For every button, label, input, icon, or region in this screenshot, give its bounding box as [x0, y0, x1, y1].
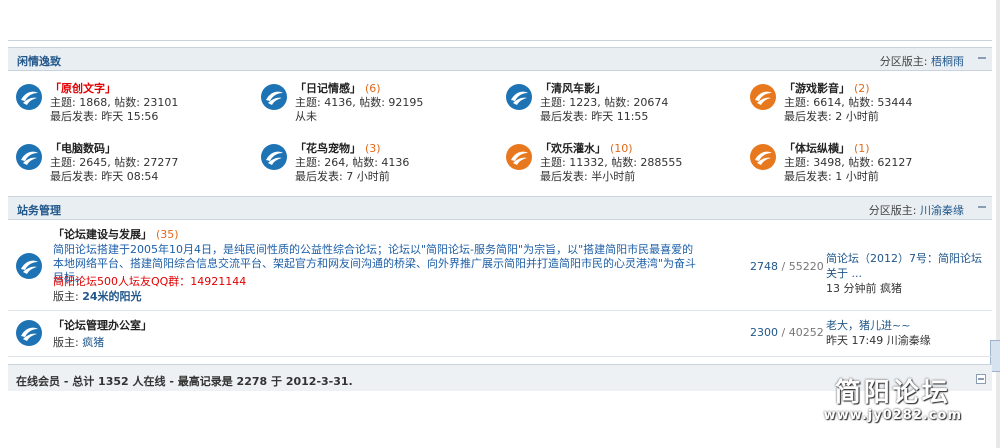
forum-name[interactable]: 「游戏影音」	[784, 82, 850, 95]
forum-last-post: 最后发表: 半小时前	[540, 170, 636, 183]
today-count: (35)	[156, 228, 179, 241]
last-post-meta: 昨天 17:49 川渝秦缘	[826, 334, 931, 347]
forum-name[interactable]: 「论坛管理办公室」	[53, 319, 152, 332]
forum-name[interactable]: 「电脑数码」	[50, 142, 116, 155]
forum-item: 「清风车影」 主题: 1223, 帖数: 20674 最后发表: 昨天 11:55	[506, 82, 746, 123]
forum-counts: 主题: 6614, 帖数: 53444	[784, 96, 913, 109]
last-post-link[interactable]: 简论坛（2012）7号：简阳论坛关于 ...	[826, 252, 982, 280]
forum-stats: 2300 / 40252	[750, 326, 824, 339]
forum-status-icon	[16, 144, 42, 170]
forum-status-icon	[506, 84, 532, 110]
forum-name[interactable]: 「日记情感」	[295, 82, 361, 95]
forum-item: 「花鸟宠物」 (3) 主题: 264, 帖数: 4136 最后发表: 7 小时前	[261, 142, 501, 183]
forum-row-construction: 「论坛建设与发展」 (35) 简阳论坛搭建于2005年10月4日，是纯民间性质的公…	[8, 220, 992, 311]
forum-name[interactable]: 「花鸟宠物」	[295, 142, 361, 155]
today-count: (2)	[854, 82, 870, 95]
forum-counts: 主题: 264, 帖数: 4136	[295, 156, 410, 169]
forum-last-post: 从未	[295, 110, 317, 123]
forum-item: 「电脑数码」 主题: 2645, 帖数: 27277 最后发表: 昨天 08:54	[16, 142, 256, 183]
scrollbar[interactable]	[990, 0, 1000, 448]
forum-last-post: 最后发表: 1 小时前	[784, 170, 879, 183]
forum-status-icon	[261, 84, 287, 110]
forum-last-post: 最后发表: 7 小时前	[295, 170, 390, 183]
forum-status-icon	[506, 144, 532, 170]
forum-item: 「日记情感」 (6) 主题: 4136, 帖数: 92195 从未	[261, 82, 501, 123]
forum-status-icon	[16, 320, 42, 346]
top-divider	[8, 40, 992, 41]
category-header-admin: 站务管理 分区版主: 川渝秦缘	[8, 196, 992, 220]
moderator-link[interactable]: 疯猪	[82, 336, 104, 349]
collapse-icon[interactable]	[978, 206, 986, 208]
forum-name[interactable]: 「欢乐灌水」	[540, 142, 606, 155]
forum-status-icon	[16, 253, 42, 279]
category-header-leisure: 闲情逸致 分区版主: 梧桐雨	[8, 47, 992, 71]
last-post: 老大，猪儿进~~ 昨天 17:49 川渝秦缘	[826, 318, 931, 348]
forum-status-icon	[261, 144, 287, 170]
forum-last-post: 最后发表: 2 小时前	[784, 110, 879, 123]
forum-counts: 主题: 4136, 帖数: 92195	[295, 96, 424, 109]
forum-last-post: 最后发表: 昨天 11:55	[540, 110, 649, 123]
forum-item: 「体坛纵横」 (1) 主题: 3498, 帖数: 62127 最后发表: 1 小时前	[750, 142, 990, 183]
forum-status-icon	[16, 84, 42, 110]
category-moderator: 分区版主: 川渝秦缘	[868, 204, 964, 217]
forum-counts: 主题: 1868, 帖数: 23101	[50, 96, 179, 109]
forum-last-post: 最后发表: 昨天 08:54	[50, 170, 159, 183]
today-count: (1)	[854, 142, 870, 155]
forum-item: 「游戏影音」 (2) 主题: 6614, 帖数: 53444 最后发表: 2 小时前	[750, 82, 990, 123]
forum-name[interactable]: 「论坛建设与发展」	[53, 228, 152, 241]
last-post-link[interactable]: 老大，猪儿进~~	[826, 319, 910, 332]
forum-row-office: 「论坛管理办公室」 版主: 疯猪 2300 / 40252 老大，猪儿进~~ 昨…	[8, 311, 992, 357]
collapse-icon[interactable]	[976, 374, 986, 384]
forum-counts: 主题: 1223, 帖数: 20674	[540, 96, 669, 109]
forum-counts: 主题: 2645, 帖数: 27277	[50, 156, 179, 169]
watermark-title: 简阳论坛	[834, 378, 951, 408]
forum-item: 「原创文字」 主题: 1868, 帖数: 23101 最后发表: 昨天 15:56	[16, 82, 256, 123]
today-count: (3)	[365, 142, 381, 155]
forum-status-icon	[750, 84, 776, 110]
category-title[interactable]: 站务管理	[17, 202, 61, 218]
forum-name[interactable]: 「体坛纵横」	[784, 142, 850, 155]
category-moderator: 分区版主: 梧桐雨	[879, 55, 964, 68]
category-title[interactable]: 闲情逸致	[17, 53, 61, 69]
qq-group: 简阳论坛500人坛友QQ群：14921144	[53, 275, 247, 288]
online-stats: 在线会员 - 总计 1352 人在线 - 最高记录是 2278 于 2012-3…	[16, 375, 353, 388]
forum-item: 「欢乐灌水」 (10) 主题: 11332, 帖数: 288555 最后发表: 半小时…	[506, 142, 746, 183]
forum-moderator: 版主: 24米的阳光	[53, 290, 142, 303]
forum-counts: 主题: 3498, 帖数: 62127	[784, 156, 913, 169]
forum-name[interactable]: 「清风车影」	[540, 82, 606, 95]
forum-name[interactable]: 「原创文字」	[50, 82, 116, 95]
collapse-icon[interactable]	[978, 57, 986, 59]
forum-last-post: 最后发表: 昨天 15:56	[50, 110, 159, 123]
last-post: 简论坛（2012）7号：简阳论坛关于 ... 13 分钟前 疯猪	[826, 251, 992, 296]
forum-status-icon	[750, 144, 776, 170]
last-post-meta: 13 分钟前 疯猪	[826, 282, 902, 295]
moderator-link[interactable]: 24米的阳光	[82, 290, 141, 303]
forum-counts: 主题: 11332, 帖数: 288555	[540, 156, 683, 169]
forum-moderator: 版主: 疯猪	[53, 336, 105, 349]
forum-stats: 2748 / 55220	[750, 260, 824, 273]
moderator-link[interactable]: 梧桐雨	[931, 55, 964, 68]
watermark-url: www.jy0282.com	[823, 408, 962, 423]
site-watermark-logo: 简阳论坛 www.jy0282.com	[824, 378, 962, 423]
today-count: (10)	[610, 142, 633, 155]
today-count: (6)	[365, 82, 381, 95]
moderator-link[interactable]: 川渝秦缘	[920, 204, 964, 217]
